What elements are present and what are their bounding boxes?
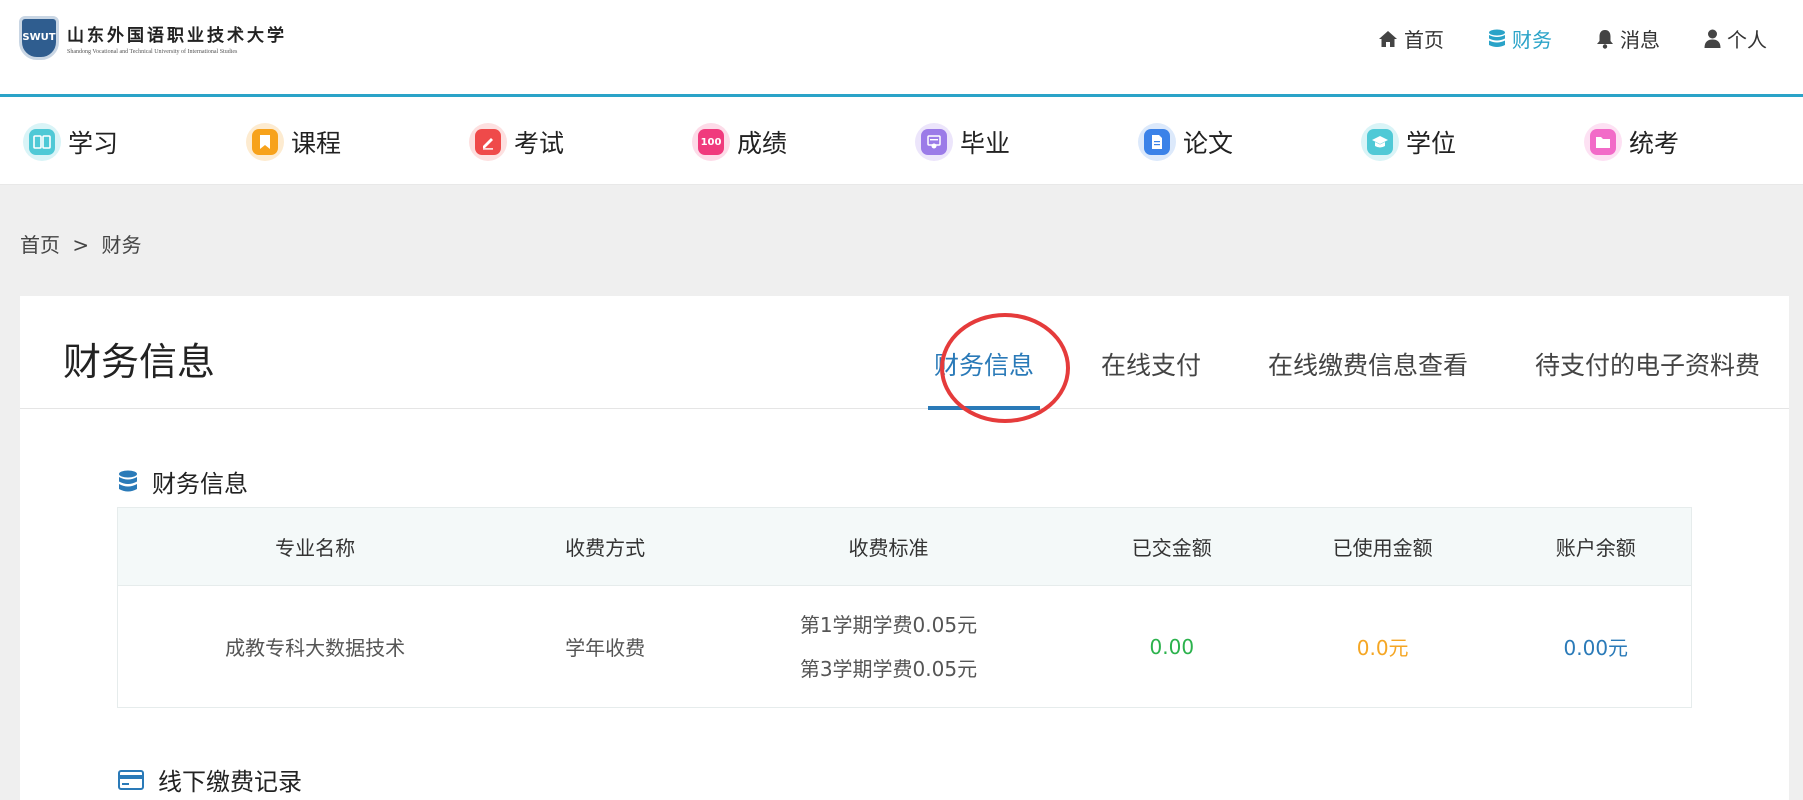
balance-cell: 0.00元 [1500,585,1692,708]
paid-amount-cell: 0.00 [1078,585,1265,708]
module-course-label: 课程 [291,129,342,158]
folder-icon [1584,123,1622,161]
breadcrumb-separator: > [72,233,90,257]
offline-section-label: 线下缴费记录 [158,768,302,796]
university-logo[interactable]: SWUT 山东外国语职业技术大学 Shandong Vocational and… [19,16,287,60]
score-100-icon: 100 [692,123,730,161]
score-100-text: 100 [700,136,722,148]
tab-bar: 财务信息 在线支付 在线缴费信息查看 待支付的电子资料费 [867,296,1760,410]
tab-online-payment-records[interactable]: 在线缴费信息查看 [1268,296,1468,409]
top-nav: 首页 财务 消息 个人 [1334,24,1767,53]
finance-panel: 财务信息 财务信息 在线支付 在线缴费信息查看 待支付的电子资料费 财务信息 专… [20,296,1789,800]
tab-pending-material-fee[interactable]: 待支付的电子资料费 [1535,296,1760,409]
module-exam[interactable]: 考试 [469,123,564,161]
page-title: 财务信息 [63,340,216,384]
bookmark-icon [246,123,284,161]
database-icon [1489,29,1505,47]
fee-standard-cell: 第1学期学费0.05元 第3学期学费0.05元 [698,585,1079,708]
column-header: 收费标准 [698,507,1079,586]
module-unified-exam-label: 统考 [1629,129,1680,158]
panel-header: 财务信息 财务信息 在线支付 在线缴费信息查看 待支付的电子资料费 [20,296,1789,410]
column-header: 专业名称 [117,507,513,586]
user-icon [1704,29,1721,48]
used-amount-cell: 0.0元 [1264,585,1501,708]
column-header: 收费方式 [512,507,699,586]
offline-section-title: 线下缴费记录 [118,762,302,797]
fee-standard-line: 第1学期学费0.05元 [799,612,978,637]
module-course[interactable]: 课程 [246,123,341,161]
module-exam-label: 考试 [514,129,565,158]
module-score-label: 成绩 [737,129,788,158]
fee-method-cell: 学年收费 [512,585,699,708]
module-thesis-label: 论文 [1183,129,1234,158]
module-study-label: 学习 [68,129,119,158]
book-open-icon [23,123,61,161]
module-graduation-label: 毕业 [960,129,1011,158]
module-thesis[interactable]: 论文 [1138,123,1233,161]
credit-card-icon [118,769,144,790]
table-row: 成教专科大数据技术 学年收费 第1学期学费0.05元 第3学期学费0.05元 0… [117,585,1692,708]
breadcrumb-home[interactable]: 首页 [20,233,60,257]
database-icon [119,470,137,491]
finance-section-label: 财务信息 [152,470,248,498]
major-name-cell: 成教专科大数据技术 [117,585,513,708]
table-header-row: 专业名称 收费方式 收费标准 已交金额 已使用金额 账户余额 [117,507,1692,586]
finance-table: 专业名称 收费方式 收费标准 已交金额 已使用金额 账户余额 成教专科大数据技术… [117,507,1692,708]
top-nav-personal-label: 个人 [1727,28,1767,52]
pencil-icon [469,123,507,161]
document-icon [1138,123,1176,161]
logo-en-name: Shandong Vocational and Technical Univer… [67,49,238,55]
top-nav-home-label: 首页 [1404,28,1444,52]
home-icon [1379,30,1397,47]
module-degree-label: 学位 [1406,129,1457,158]
certificate-icon [915,123,953,161]
module-graduation[interactable]: 毕业 [915,123,1010,161]
column-header: 账户余额 [1500,507,1692,586]
module-score[interactable]: 100 成绩 [692,123,787,161]
module-unified-exam[interactable]: 统考 [1584,123,1679,161]
breadcrumb-current: 财务 [101,233,142,257]
module-bar: 学习 课程 考试 100 成绩 毕业 论文 学位 统考 [0,97,1803,185]
top-nav-personal[interactable]: 个人 [1704,24,1767,53]
finance-section-title: 财务信息 [118,464,248,499]
top-nav-home[interactable]: 首页 [1378,24,1444,53]
top-nav-finance-label: 财务 [1512,28,1552,52]
header: SWUT 山东外国语职业技术大学 Shandong Vocational and… [0,0,1803,97]
module-degree[interactable]: 学位 [1361,123,1456,161]
bell-icon [1597,29,1613,49]
breadcrumb: 首页 > 财务 [20,229,147,258]
tab-finance-info[interactable]: 财务信息 [927,296,1040,410]
column-header: 已交金额 [1078,507,1265,586]
graduation-cap-icon [1361,123,1399,161]
top-nav-messages-label: 消息 [1620,28,1660,52]
top-nav-messages[interactable]: 消息 [1596,24,1660,53]
logo-badge-icon: SWUT [19,16,59,60]
logo-text: 山东外国语职业技术大学 Shandong Vocational and Tech… [67,21,287,55]
fee-standard-line: 第3学期学费0.05元 [799,656,978,681]
column-header: 已使用金额 [1264,507,1501,586]
logo-cn-name: 山东外国语职业技术大学 [67,26,287,46]
top-nav-finance[interactable]: 财务 [1488,24,1552,53]
module-study[interactable]: 学习 [23,123,118,161]
tab-online-payment[interactable]: 在线支付 [1101,296,1201,409]
logo-badge-text: SWUT [22,32,56,43]
